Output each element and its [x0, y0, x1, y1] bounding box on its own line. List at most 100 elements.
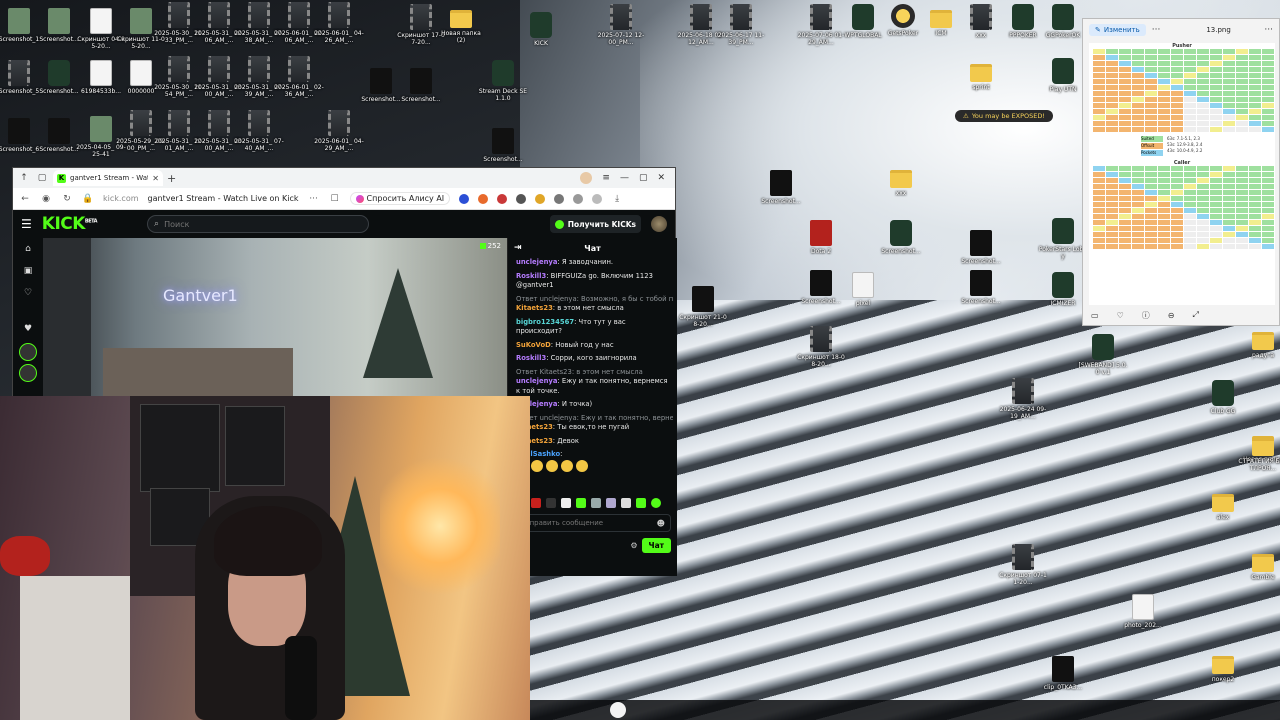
desktop-icon[interactable]: 2025-06-01_ 04-29_AM_...	[314, 110, 364, 152]
hamburger-menu-icon[interactable]: ☰	[21, 217, 32, 231]
desktop-icon[interactable]: радуга	[1238, 326, 1280, 359]
extension-fire-icon[interactable]	[478, 193, 489, 204]
more-options-icon[interactable]: ···	[1152, 25, 1161, 35]
chat-message[interactable]: Ответ unclejenya: Возможно, я бы с тобой…	[516, 295, 673, 314]
desktop-icon[interactable]: ICMIZER	[1038, 272, 1088, 307]
maximize-icon[interactable]: ▢	[639, 173, 648, 183]
screenshot-icon[interactable]	[592, 193, 603, 204]
desktop-icon[interactable]: Club GG	[1198, 380, 1248, 415]
chat-username[interactable]: Roskill3	[516, 272, 546, 280]
extensions-puzzle-icon[interactable]	[554, 193, 565, 204]
following-icon[interactable]: ♡	[13, 282, 43, 304]
desktop-icon[interactable]: 2025-06-01_ 04-26_AM_...	[314, 2, 364, 44]
desktop-icon[interactable]: Скриншот 07-11-20...	[998, 544, 1048, 586]
desktop-icon[interactable]: clip_0TKA3...	[1038, 656, 1088, 691]
emoji-icon[interactable]: ☻	[657, 519, 665, 528]
desktop-icon[interactable]: 2025-06-17 11-39_PM...	[716, 4, 766, 46]
followed-channel-avatar[interactable]	[19, 343, 37, 361]
user-avatar[interactable]	[651, 216, 667, 232]
desktop-icon[interactable]: Stream Deck SE 1.1.0	[478, 60, 528, 102]
emote-icon[interactable]	[606, 498, 616, 508]
chat-username[interactable]: bigbro1234567	[516, 318, 574, 326]
favorites-heart-icon[interactable]: ♥	[13, 318, 43, 340]
reload-icon[interactable]: ↻	[61, 194, 73, 204]
desktop-icon[interactable]: PokerStars Lobby	[1038, 218, 1088, 260]
search-input[interactable]	[164, 219, 345, 229]
browse-icon[interactable]: ▣	[13, 260, 43, 282]
chat-message[interactable]: unclejenya: Я заводчанин.	[516, 258, 673, 268]
chat-message[interactable]: RealSashko:	[516, 450, 673, 472]
desktop-icon[interactable]: Скриншот 21-08-20...	[678, 286, 728, 328]
desktop-icon[interactable]: Screenshot...	[796, 270, 846, 305]
followed-channel-avatar[interactable]	[19, 364, 37, 382]
desktop-icon[interactable]: Gamble	[1238, 548, 1280, 581]
tab-list-icon[interactable]: ↑	[17, 171, 31, 185]
desktop-icon[interactable]: photo_202...	[1118, 594, 1168, 629]
emote-icon[interactable]	[531, 498, 541, 508]
back-icon[interactable]: ←	[19, 194, 31, 204]
info-icon[interactable]: ⓘ	[1142, 310, 1150, 321]
kick-search-box[interactable]: ⌕	[147, 215, 370, 233]
extension-shield-icon[interactable]	[459, 193, 470, 204]
close-window-icon[interactable]: ✕	[657, 173, 665, 183]
desktop-icon[interactable]: Screenshot...	[956, 230, 1006, 265]
chat-message[interactable]: Roskill3: Сорри, кого заигнорила	[516, 354, 673, 364]
ask-alice-button[interactable]: Спросить Алису AI	[349, 192, 451, 205]
desktop-icon[interactable]: Новая папка (2)	[436, 4, 486, 44]
more-menu-icon[interactable]: ···	[1264, 25, 1273, 35]
desktop-icon[interactable]: [SWEBAND] 5.0.0 v.1	[1078, 334, 1128, 376]
extension-globe-icon[interactable]	[516, 193, 527, 204]
emote-icon[interactable]	[636, 498, 646, 508]
slideshow-icon[interactable]: ▭	[1091, 311, 1099, 320]
page-title[interactable]: gantver1 Stream - Watch Live on Kick	[148, 194, 299, 203]
emote-icon[interactable]	[591, 498, 601, 508]
desktop-icon[interactable]: Screenshot...	[396, 68, 446, 103]
chat-message-input[interactable]	[520, 519, 657, 527]
chat-username[interactable]: SuKoVoD	[516, 341, 551, 349]
url-host[interactable]: kick.com	[103, 194, 139, 203]
desktop-icon[interactable]: xxx	[876, 164, 926, 197]
collapse-chat-icon[interactable]: ⇥	[514, 243, 522, 253]
emote-icon[interactable]	[651, 498, 661, 508]
desktop-icon[interactable]: 2025-07-12 12-00_PM...	[596, 4, 646, 46]
desktop-icon[interactable]: Скриншот 18-08-20...	[796, 326, 846, 368]
chat-message[interactable]: Ответ Kitaets23: в этом нет смысла unclej…	[516, 368, 673, 397]
stream-video-player[interactable]: Gantver1 252	[43, 238, 507, 396]
emote-icon[interactable]	[561, 498, 571, 508]
chat-message[interactable]: unclejenya: И точка)	[516, 400, 673, 410]
chat-username[interactable]: unclejenya	[516, 377, 557, 385]
tab-close-icon[interactable]: ✕	[152, 174, 159, 183]
chat-input-box[interactable]: ☻	[514, 514, 671, 532]
favorite-icon[interactable]: ♡	[1117, 311, 1124, 320]
chat-username[interactable]: unclejenya	[516, 258, 557, 266]
desktop-icon[interactable]: Screenshot...	[876, 220, 926, 255]
desktop-icon[interactable]: Dota 2	[796, 220, 846, 255]
zoom-icon[interactable]: ⊖	[1168, 311, 1175, 320]
chat-username[interactable]: Roskill3	[516, 354, 546, 362]
photo-viewer-window[interactable]: ✎ Изменить ··· 13.png ··· Pusher Suited …	[1082, 18, 1280, 326]
extension-butterfly-icon[interactable]	[497, 193, 508, 204]
shield-icon[interactable]: ◉	[40, 194, 52, 204]
play-icon[interactable]	[573, 193, 584, 204]
chat-message[interactable]: Roskill3: BIFFGUIZa go. Включим 1123 @ga…	[516, 272, 673, 291]
desktop-icon[interactable]: Play UTN	[1038, 58, 1088, 93]
chat-message[interactable]: SuKoVoD: Новый год у нас	[516, 341, 673, 351]
tab-pin-icon[interactable]: ▢	[35, 171, 49, 185]
desktop-icon[interactable]: 2025-06-01_ 02-36_AM_...	[274, 56, 324, 98]
desktop-icon[interactable]: alex	[1198, 488, 1248, 521]
desktop-icon[interactable]: 2025-06-24 09-19_AM...	[998, 378, 1048, 420]
emote-icon[interactable]	[621, 498, 631, 508]
profile-icon[interactable]	[580, 172, 593, 184]
home-icon[interactable]: ⌂	[13, 238, 43, 260]
chat-send-button[interactable]: Чат	[641, 538, 671, 553]
more-icon[interactable]: ···	[308, 194, 320, 204]
pinned-app-icon[interactable]	[610, 702, 626, 718]
desktop-icon[interactable]: Screenshot...	[956, 270, 1006, 305]
desktop-icon[interactable]: СТРАТЕГИЯ БАТТЛРОЯ...	[1238, 432, 1280, 472]
extension-coin-icon[interactable]	[535, 193, 546, 204]
exposed-toast[interactable]: ⚠ You may be EXPOSED!	[955, 110, 1053, 122]
emote-icon[interactable]	[576, 498, 586, 508]
desktop-icon[interactable]: KICK	[516, 12, 566, 47]
new-tab-icon[interactable]: +	[167, 172, 176, 185]
gear-icon[interactable]: ⚙	[630, 541, 637, 550]
